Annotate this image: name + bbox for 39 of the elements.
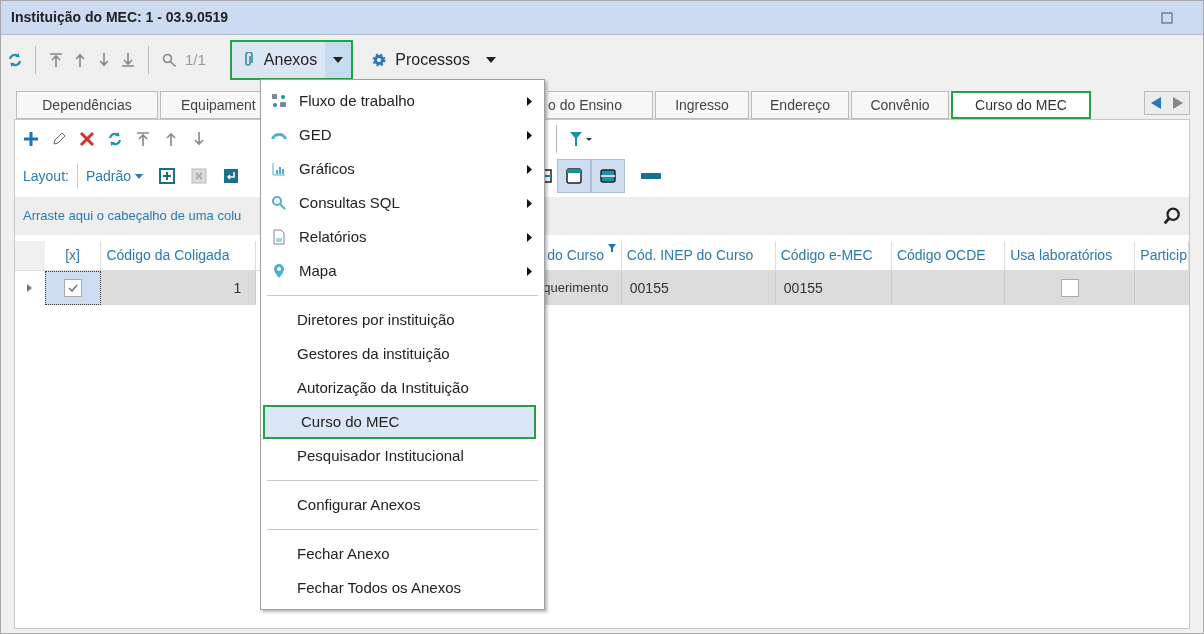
tab[interactable]: Ingresso — [655, 91, 749, 119]
group-hint: Arraste aqui o cabeçalho de uma colu — [23, 207, 242, 226]
tab[interactable]: Dependências — [16, 91, 158, 119]
table-cell-text: querimento — [543, 279, 609, 298]
processes-button[interactable]: Processos — [361, 40, 506, 80]
menu-item[interactable]: Pesquisador Institucional — [261, 439, 544, 473]
menu-item[interactable]: Consultas SQL — [261, 186, 544, 220]
menu-item[interactable]: Fechar Todos os Anexos — [261, 571, 544, 605]
menu-item[interactable]: Autorização da Instituição — [261, 371, 544, 405]
menu-item[interactable]: GED — [261, 118, 544, 152]
menu-item[interactable]: Fechar Anexo — [261, 537, 544, 571]
tab[interactable]: Equipament — [160, 91, 263, 119]
column-header[interactable]: Código da Coligada — [101, 241, 257, 270]
menu-item[interactable]: Curso do MEC — [263, 405, 536, 439]
column-header[interactable]: Código e-MEC — [775, 241, 892, 270]
table-cell-text: 00155 — [629, 278, 669, 298]
table-cell-text: 1 — [233, 278, 242, 298]
table-cell-text: 00155 — [783, 278, 823, 298]
menu-item[interactable]: Diretores por instituição — [261, 303, 544, 337]
page-counter: 1/1 — [185, 49, 206, 70]
attachments-button[interactable]: Anexos — [229, 40, 354, 80]
menu-item[interactable]: Relatórios — [261, 220, 544, 254]
column-header[interactable]: Código OCDE — [891, 241, 1006, 270]
menu-item[interactable]: Fluxo de trabalho — [261, 84, 544, 118]
tab[interactable]: o do Ensino — [548, 91, 653, 119]
menu-item[interactable]: Configurar Anexos — [261, 488, 544, 522]
layout-label: Layout: — [23, 166, 69, 186]
tab[interactable]: Curso do MEC — [951, 91, 1091, 119]
column-header[interactable]: [x] — [44, 241, 102, 270]
tab[interactable]: Convênio — [851, 91, 949, 119]
column-header[interactable]: Usa laboratórios — [1005, 241, 1136, 270]
column-header[interactable]: Cód. INEP do Curso — [621, 241, 776, 270]
column-header[interactable]: Particip — [1135, 241, 1189, 270]
tab[interactable]: Endereço — [751, 91, 849, 119]
menu-item[interactable]: Gestores da instituição — [261, 337, 544, 371]
window-title: Instituição do MEC: 1 - 03.9.0519 — [11, 8, 229, 27]
layout-dropdown[interactable]: Padrão — [85, 165, 144, 187]
menu-item[interactable]: Gráficos — [261, 152, 544, 186]
menu-item[interactable]: Mapa — [261, 254, 544, 288]
